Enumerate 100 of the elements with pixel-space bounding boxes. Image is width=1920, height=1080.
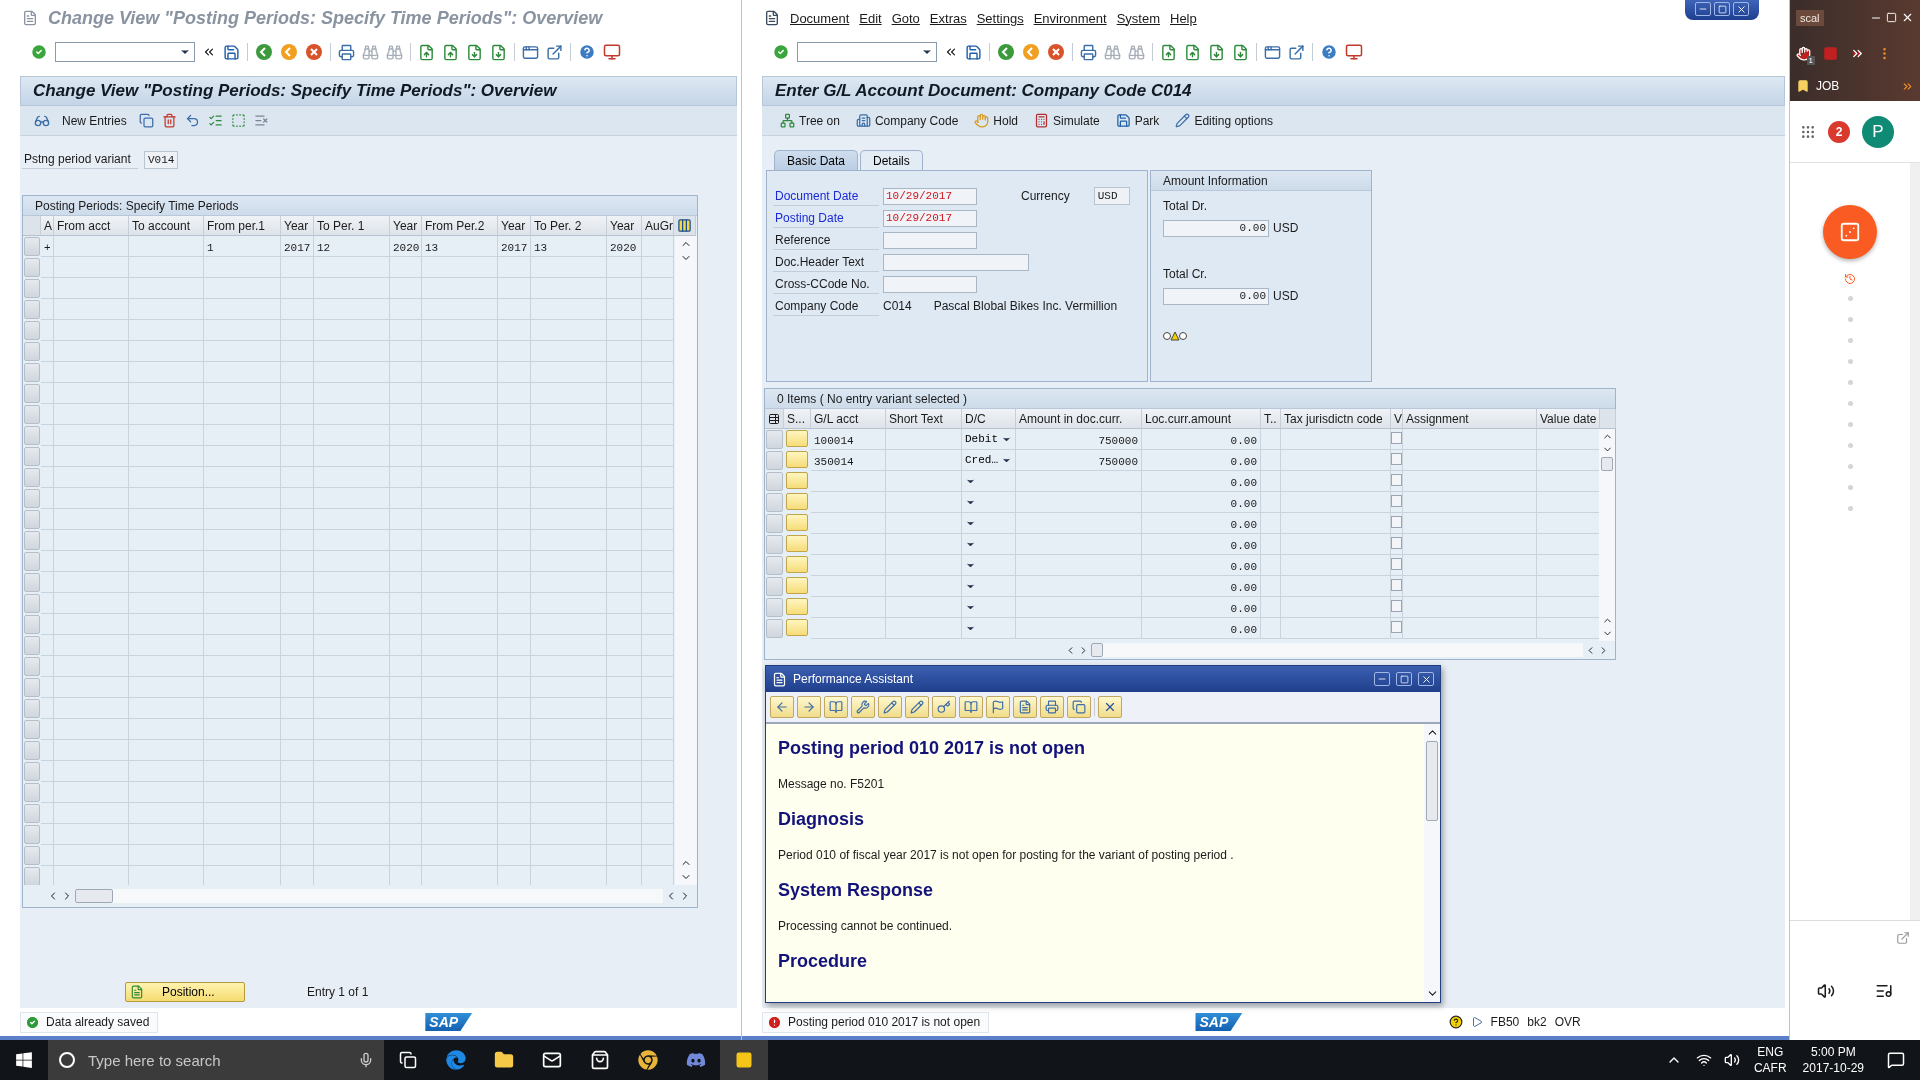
scrollbar-thumb[interactable] (1091, 643, 1103, 657)
play-icon[interactable] (1470, 1016, 1483, 1028)
toolbar-button[interactable]: Editing options (1171, 113, 1278, 128)
checkbox[interactable] (1391, 474, 1402, 486)
item-status-button[interactable] (786, 514, 808, 531)
random-button[interactable] (1823, 205, 1877, 259)
shortcut-icon[interactable] (546, 43, 563, 61)
history-icon[interactable] (1844, 273, 1856, 285)
column-header[interactable]: Tax jurisdictn code (1281, 409, 1391, 429)
previous-page-icon[interactable] (442, 43, 459, 61)
command-field[interactable] (55, 42, 195, 62)
column-header[interactable]: From per.1 (204, 216, 281, 236)
select-block-icon[interactable] (230, 113, 246, 128)
column-header[interactable]: D/C (962, 409, 1016, 429)
item-status-button[interactable] (786, 556, 808, 573)
delete-icon[interactable] (161, 113, 177, 128)
checkbox[interactable] (1391, 579, 1402, 591)
last-page-icon[interactable] (490, 43, 507, 61)
shortcut-icon[interactable] (1288, 43, 1305, 61)
column-header[interactable]: AuGr (642, 216, 674, 236)
debit-credit-dropdown[interactable]: Debit (962, 429, 1016, 450)
new-entries-button[interactable]: New Entries (58, 113, 131, 128)
input-field[interactable] (883, 231, 977, 249)
maximize-icon[interactable] (1396, 672, 1412, 686)
language-indicator[interactable]: ENG (1757, 1044, 1784, 1060)
column-header[interactable]: Assignment (1403, 409, 1537, 429)
toolbar-button[interactable]: Simulate (1030, 113, 1104, 128)
column-header[interactable]: To Per. 1 (314, 216, 390, 236)
find-next-icon[interactable] (386, 43, 403, 61)
collapse-icon[interactable] (944, 45, 958, 59)
column-header[interactable]: A (41, 216, 54, 236)
item-status-button[interactable] (786, 535, 808, 552)
minimize-icon[interactable] (1374, 672, 1390, 686)
column-header[interactable]: To account (129, 216, 204, 236)
clock-date[interactable]: 2017-10-29 (1802, 1060, 1864, 1076)
cortana-icon[interactable] (58, 1051, 76, 1069)
column-header[interactable]: S... (784, 409, 811, 429)
debit-credit-dropdown[interactable]: Cred… (962, 450, 1016, 471)
input-field[interactable]: 10/29/2017 (883, 209, 977, 227)
playlist-icon[interactable] (1875, 982, 1893, 1000)
scrollbar-thumb[interactable] (75, 889, 113, 903)
external-link-icon[interactable] (1896, 931, 1910, 945)
pencil-button[interactable] (905, 696, 929, 718)
find-icon[interactable] (1104, 43, 1121, 61)
print-button[interactable] (1040, 696, 1064, 718)
checkbox[interactable] (1391, 558, 1402, 570)
input-field[interactable] (883, 275, 977, 293)
enter-icon[interactable] (772, 43, 790, 61)
microphone-icon[interactable] (358, 1052, 374, 1068)
key-button[interactable] (932, 696, 956, 718)
first-page-icon[interactable] (418, 43, 435, 61)
apps-icon[interactable] (1800, 123, 1816, 140)
new-session-icon[interactable] (1264, 43, 1281, 61)
tab[interactable]: Basic Data (774, 150, 859, 170)
save-icon[interactable] (965, 43, 982, 61)
column-header[interactable]: V (1391, 409, 1403, 429)
first-page-icon[interactable] (1160, 43, 1177, 61)
column-header[interactable]: Amount in doc.curr. (1016, 409, 1142, 429)
customize-layout-icon[interactable] (603, 43, 621, 61)
menu-item[interactable]: Environment (1033, 10, 1107, 26)
scrollbar-thumb[interactable] (1426, 741, 1438, 821)
item-status-button[interactable] (786, 472, 808, 489)
exit-icon[interactable] (280, 43, 298, 61)
enter-icon[interactable] (30, 43, 48, 61)
close-icon[interactable] (1901, 11, 1914, 24)
print-icon[interactable] (1080, 43, 1097, 61)
book-button[interactable] (824, 696, 848, 718)
new-session-icon[interactable] (522, 43, 539, 61)
checkbox[interactable] (1391, 537, 1402, 549)
close-icon[interactable] (1418, 672, 1434, 686)
checkbox[interactable] (1391, 516, 1402, 528)
bookmark[interactable]: JOB (1816, 79, 1840, 93)
amount-field[interactable]: 0.00 (1163, 287, 1269, 305)
item-status-button[interactable] (786, 577, 808, 594)
clock-time[interactable]: 5:00 PM (1810, 1044, 1856, 1060)
network-icon[interactable] (1695, 1052, 1712, 1068)
checkbox[interactable] (1391, 453, 1402, 465)
amount-field[interactable]: 0.00 (1163, 219, 1269, 237)
back-icon[interactable] (255, 43, 273, 61)
menu-item[interactable]: System (1116, 10, 1160, 26)
column-header[interactable]: G/L acct (811, 409, 886, 429)
save-icon[interactable] (223, 43, 240, 61)
copy-button[interactable] (1067, 696, 1091, 718)
close-icon[interactable] (1733, 2, 1749, 16)
volume-icon[interactable] (1817, 982, 1835, 1000)
previous-page-icon[interactable] (1184, 43, 1201, 61)
next-page-icon[interactable] (466, 43, 483, 61)
checkbox[interactable] (1391, 432, 1402, 444)
checkbox[interactable] (1391, 600, 1402, 612)
back-icon[interactable] (997, 43, 1015, 61)
menu-item[interactable]: Edit (859, 10, 882, 26)
help-icon[interactable] (1448, 1015, 1463, 1029)
column-header[interactable]: From acct (54, 216, 129, 236)
book-button[interactable] (959, 696, 983, 718)
column-header[interactable]: Year (498, 216, 531, 236)
item-status-button[interactable] (786, 451, 808, 468)
extension-icon[interactable] (1796, 45, 1811, 61)
last-page-icon[interactable] (1232, 43, 1249, 61)
checkbox[interactable] (1391, 621, 1402, 633)
input-field[interactable]: 10/29/2017 (883, 187, 977, 205)
